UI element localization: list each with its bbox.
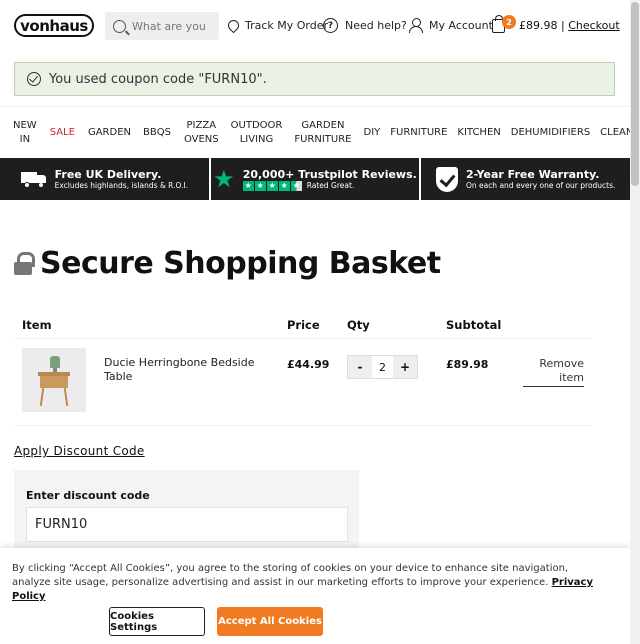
col-header-price: Price (287, 318, 320, 332)
trustpilot-rating-stars: ★ ★ ★ ★ ★ (242, 180, 302, 191)
discount-label: Enter discount code (26, 489, 150, 502)
scrollbar-thumb[interactable] (631, 2, 639, 186)
qty-decrease-button[interactable]: - (348, 356, 372, 378)
discount-code-field[interactable]: FURN10 (26, 507, 348, 542)
coupon-notice-text: You used coupon code "FURN10". (49, 71, 267, 87)
col-header-qty: Qty (347, 318, 370, 332)
nav-item-outdoor-living[interactable]: Outdoor Living (231, 119, 283, 147)
row-subtotal: £89.98 (446, 358, 489, 371)
usp-warranty: 2-Year Free Warranty. On each and every … (421, 158, 630, 200)
cookies-settings-button[interactable]: Cookies Settings (109, 607, 205, 636)
account-link[interactable]: My Account (408, 18, 493, 33)
track-order-link[interactable]: Track My Order (225, 17, 328, 34)
search-icon (113, 19, 126, 33)
user-icon (408, 18, 423, 33)
van-icon (20, 170, 47, 188)
nav-item-diy[interactable]: DIY (364, 126, 381, 140)
cookie-text: By clicking “Accept All Cookies”, you ag… (12, 563, 593, 602)
cookie-banner: By clicking “Accept All Cookies”, you ag… (0, 548, 630, 644)
search-box[interactable]: What are you (105, 12, 219, 40)
question-icon: ? (323, 18, 338, 33)
divider (14, 338, 591, 339)
site-header: vonhaus What are you Track My Order ? Ne… (0, 0, 630, 52)
nav-item-garden-furniture[interactable]: Garden Furniture (294, 119, 351, 147)
page-title: Secure Shopping Basket (14, 246, 441, 281)
vonhaus-logo[interactable]: vonhaus (14, 14, 94, 37)
checkout-link[interactable]: Checkout (568, 19, 619, 32)
qty-input[interactable]: 2 (372, 356, 393, 378)
nav-item-new-in[interactable]: New In (13, 119, 37, 147)
help-link[interactable]: ? Need help? (323, 18, 407, 33)
qty-increase-button[interactable]: + (393, 356, 417, 378)
col-header-item: Item (22, 318, 52, 332)
trustpilot-star-icon: ★ (213, 165, 235, 193)
nav-item-garden[interactable]: Garden (88, 126, 131, 140)
cart-total: £89.98 (519, 19, 558, 32)
accept-all-cookies-button[interactable]: Accept All Cookies (217, 607, 323, 636)
nav-item-dehumidifiers[interactable]: Dehumidifiers (511, 126, 590, 140)
product-name[interactable]: Ducie Herringbone Bedside Table (104, 356, 264, 384)
coupon-notice: You used coupon code "FURN10". (14, 62, 615, 96)
nav-item-bbqs[interactable]: BBQs (143, 126, 171, 140)
col-header-subtotal: Subtotal (446, 318, 502, 332)
usp-banner: Free UK Delivery. Excludes highlands, is… (0, 158, 630, 200)
apply-discount-link[interactable]: Apply Discount Code (14, 444, 145, 458)
lock-icon (14, 251, 35, 276)
quantity-stepper: - 2 + (347, 355, 418, 379)
remove-item-link[interactable]: Remove item (523, 357, 584, 387)
divider (14, 425, 591, 426)
nav-item-sale[interactable]: Sale (50, 126, 75, 140)
nav-item-pizza-ovens[interactable]: Pizza Ovens (184, 119, 219, 147)
location-pin-icon (225, 17, 242, 34)
usp-trustpilot[interactable]: ★ 20,000+ Trustpilot Reviews. ★ ★ ★ ★ ★ Rated… (211, 158, 422, 200)
shield-check-icon (435, 166, 458, 192)
usp-delivery: Free UK Delivery. Excludes highlands, is… (0, 158, 211, 200)
check-circle-icon (27, 72, 41, 86)
nav-item-kitchen[interactable]: Kitchen (457, 126, 500, 140)
cart-summary: £89.98 | Checkout (519, 19, 620, 32)
product-price: £44.99 (287, 358, 330, 371)
product-image[interactable] (22, 348, 86, 412)
basket-count-badge: 2 (502, 15, 516, 29)
main-nav: New In Sale Garden BBQs Pizza Ovens Outdoo… (0, 106, 640, 158)
nav-item-furniture[interactable]: Furniture (390, 126, 447, 140)
search-input[interactable]: What are you (132, 20, 206, 33)
